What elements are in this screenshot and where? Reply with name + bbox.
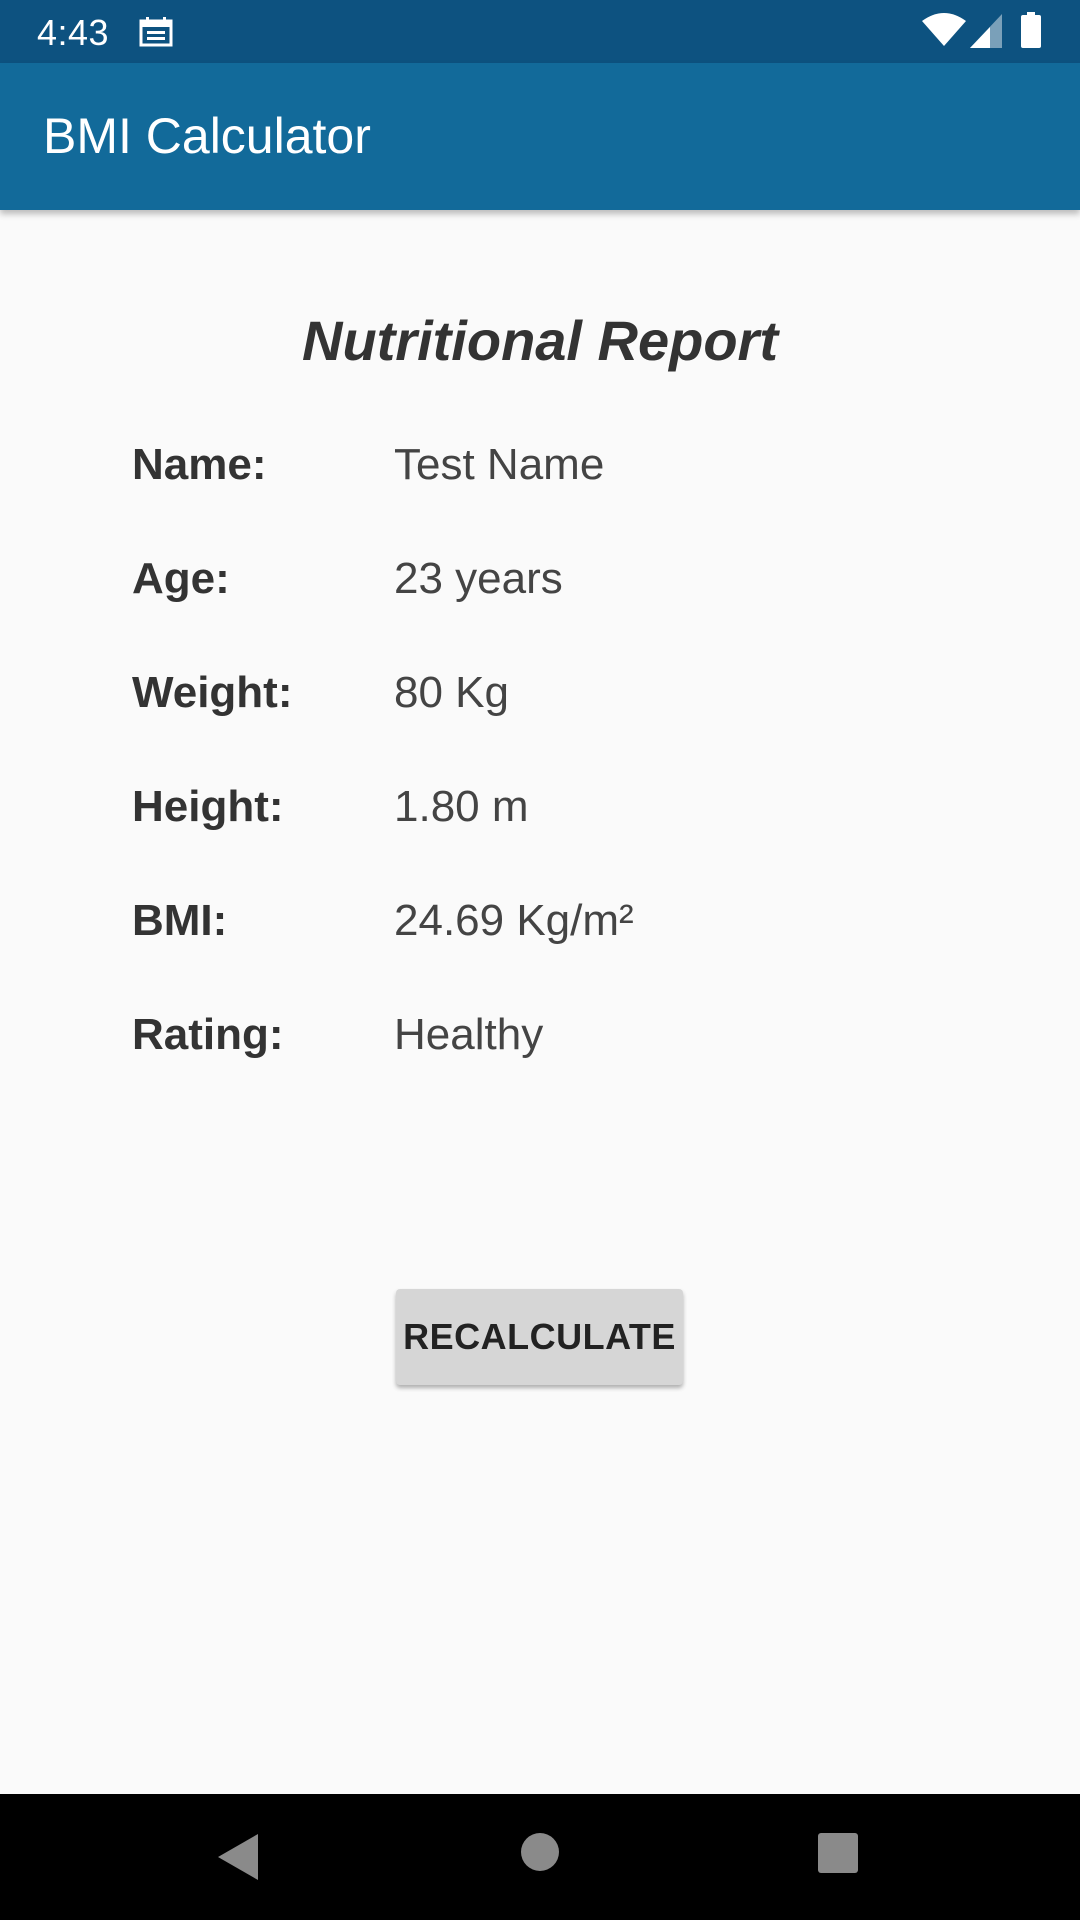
report-row-weight: Weight: 80 Kg	[0, 668, 1080, 738]
height-value: 1.80 m	[394, 782, 529, 831]
bmi-value: 24.69 Kg/m²	[394, 896, 634, 945]
report-row-rating: Rating: Healthy	[0, 1010, 1080, 1080]
recents-icon[interactable]	[817, 1832, 859, 1874]
back-icon[interactable]	[216, 1832, 260, 1882]
home-icon[interactable]	[520, 1832, 560, 1872]
bmi-label: BMI:	[132, 896, 228, 945]
name-label: Name:	[132, 440, 267, 489]
rating-label: Rating:	[132, 1010, 284, 1059]
report-title: Nutritional Report	[302, 309, 778, 372]
report-row-age: Age: 23 years	[0, 554, 1080, 624]
rating-value: Healthy	[394, 1010, 544, 1059]
app-bar: BMI Calculator	[0, 63, 1080, 210]
height-label: Height:	[132, 782, 284, 831]
report-row-height: Height: 1.80 m	[0, 782, 1080, 852]
age-label: Age:	[132, 554, 230, 603]
age-value: 23 years	[394, 554, 563, 603]
nav-bar	[0, 1794, 1080, 1920]
battery-icon	[1021, 12, 1041, 48]
app-title: BMI Calculator	[43, 108, 371, 164]
signal-icon	[970, 14, 1002, 48]
report-row-bmi: BMI: 24.69 Kg/m²	[0, 896, 1080, 966]
weight-value: 80 Kg	[394, 668, 509, 717]
wifi-icon	[922, 13, 966, 46]
status-bar: 4:43	[0, 0, 1080, 63]
report-row-name: Name: Test Name	[0, 440, 1080, 510]
screen: 4:43 BMI Calculator Nutritional Report N…	[0, 0, 1080, 1920]
status-time: 4:43	[37, 12, 110, 53]
name-value: Test Name	[394, 440, 605, 489]
weight-label: Weight:	[132, 668, 293, 717]
recalculate-button[interactable]: RECALCULATE	[396, 1289, 683, 1385]
calendar-icon	[139, 17, 173, 47]
